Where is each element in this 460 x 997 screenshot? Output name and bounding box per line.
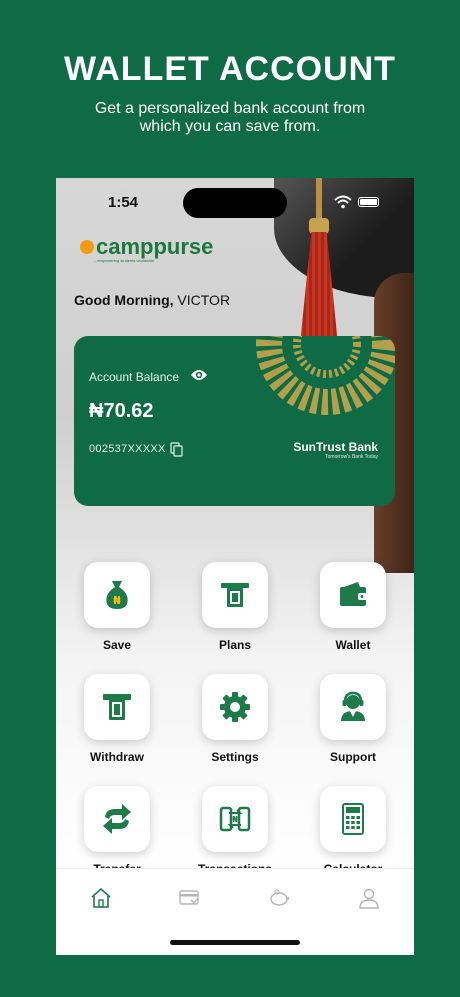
profile-icon bbox=[359, 888, 379, 909]
menu-wallet[interactable]: Wallet bbox=[310, 562, 396, 652]
transfer-tile[interactable] bbox=[84, 786, 150, 852]
settings-tile[interactable] bbox=[202, 674, 268, 740]
tab-cards[interactable] bbox=[178, 887, 200, 909]
menu-plans-label: Plans bbox=[218, 638, 251, 652]
wallet-icon bbox=[340, 582, 367, 606]
card-ornament-icon bbox=[256, 336, 395, 415]
support-tile[interactable] bbox=[320, 674, 386, 740]
menu-calculator[interactable]: Calculator bbox=[310, 786, 396, 876]
copy-icon[interactable] bbox=[170, 442, 184, 457]
hero-background bbox=[56, 178, 414, 868]
menu-settings[interactable]: Settings bbox=[192, 674, 278, 764]
brand-tagline: ...empowering students worldwide bbox=[94, 258, 155, 263]
account-number: 002537XXXXX bbox=[89, 443, 166, 455]
menu-save-label: Save bbox=[102, 638, 132, 652]
tab-savings[interactable] bbox=[268, 887, 290, 909]
save-tile[interactable]: ₦ bbox=[84, 562, 150, 628]
menu-transfer[interactable]: Transfer bbox=[74, 786, 160, 876]
home-icon bbox=[91, 887, 111, 908]
wifi-icon bbox=[334, 195, 352, 209]
svg-text:₦: ₦ bbox=[232, 815, 238, 824]
menu-plans[interactable]: Plans bbox=[192, 562, 278, 652]
piggy-bank-icon bbox=[270, 889, 289, 906]
menu-withdraw[interactable]: Withdraw bbox=[74, 674, 160, 764]
bank-name: SunTrust Bank bbox=[293, 440, 378, 454]
bank-tagline: Tomorrow's Bank Today bbox=[325, 454, 378, 460]
menu-save[interactable]: ₦ Save bbox=[74, 562, 160, 652]
transfer-arrows-icon bbox=[103, 804, 131, 834]
plans-tile[interactable] bbox=[202, 562, 268, 628]
wallet-tile[interactable] bbox=[320, 562, 386, 628]
menu-wallet-label: Wallet bbox=[335, 638, 371, 652]
calculator-icon bbox=[342, 803, 364, 835]
battery-icon bbox=[358, 197, 379, 207]
status-time: 1:54 bbox=[108, 194, 139, 211]
brand-logo: camppurse bbox=[80, 236, 213, 258]
eye-icon[interactable] bbox=[190, 368, 208, 382]
home-indicator[interactable] bbox=[170, 940, 300, 945]
money-bag-icon: ₦ bbox=[106, 581, 128, 609]
svg-text:₦: ₦ bbox=[113, 594, 121, 607]
menu-withdraw-label: Withdraw bbox=[90, 750, 144, 764]
promo-title: WALLET ACCOUNT bbox=[64, 50, 396, 88]
gear-icon bbox=[220, 692, 250, 722]
balance-amount: ₦70.62 bbox=[89, 400, 154, 422]
withdraw-icon bbox=[103, 694, 131, 720]
brand-name: camppurse bbox=[96, 234, 214, 259]
transactions-tile[interactable]: ₦ bbox=[202, 786, 268, 852]
atm-card-icon bbox=[221, 583, 249, 607]
logo-mark-icon bbox=[80, 240, 94, 254]
balance-label: Account Balance bbox=[89, 370, 180, 384]
tassel-knot bbox=[309, 218, 329, 234]
account-balance-card[interactable]: Account Balance ₦70.62 002537XXXXX SunTr… bbox=[74, 336, 395, 506]
tab-profile[interactable] bbox=[358, 887, 380, 909]
menu-support-label: Support bbox=[330, 750, 376, 764]
menu-settings-label: Settings bbox=[211, 750, 259, 764]
support-agent-icon bbox=[341, 691, 365, 721]
tab-home[interactable] bbox=[90, 887, 112, 909]
dynamic-island bbox=[183, 188, 287, 218]
menu-transactions[interactable]: ₦ Transactions bbox=[192, 786, 278, 876]
menu-support[interactable]: Support bbox=[310, 674, 396, 764]
greeting: Good Morning, VICTOR bbox=[74, 292, 230, 308]
card-icon bbox=[179, 890, 199, 905]
greeting-name: VICTOR bbox=[177, 292, 231, 308]
promo-subtitle: Get a personalized bank account from whi… bbox=[94, 100, 366, 135]
phone-screen: 1:54 camppurse ...empowering students wo… bbox=[56, 178, 414, 955]
calculator-tile[interactable] bbox=[320, 786, 386, 852]
withdraw-tile[interactable] bbox=[84, 674, 150, 740]
transactions-icon: ₦ bbox=[219, 806, 251, 832]
greeting-salutation: Good Morning, bbox=[74, 292, 174, 308]
